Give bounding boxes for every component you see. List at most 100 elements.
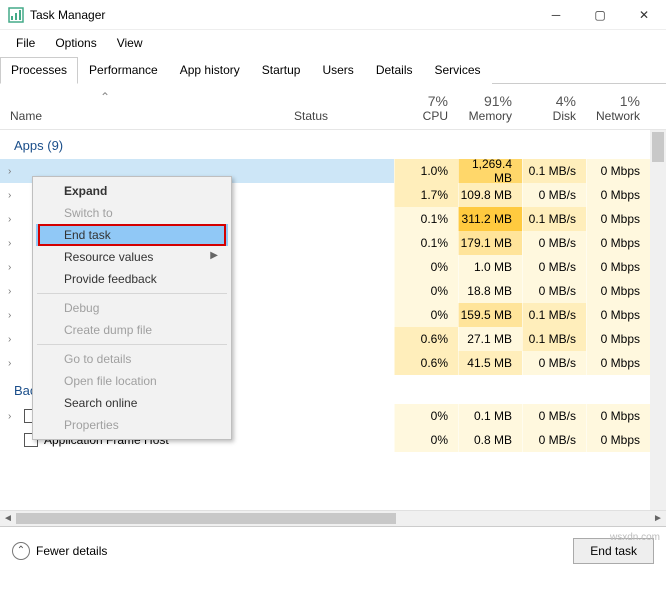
mem-cell: 159.5 MB bbox=[458, 303, 522, 327]
mem-cell: 311.2 MB bbox=[458, 207, 522, 231]
ctx-dump: Create dump file bbox=[36, 319, 228, 341]
col-network[interactable]: 1%Network bbox=[586, 84, 650, 129]
menu-options[interactable]: Options bbox=[45, 32, 106, 54]
expand-chevron-icon[interactable]: › bbox=[8, 334, 18, 345]
hscroll-right-icon[interactable]: ► bbox=[650, 513, 666, 524]
minimize-button[interactable]: ─ bbox=[534, 0, 578, 30]
mem-cell: 41.5 MB bbox=[458, 351, 522, 375]
tab-performance[interactable]: Performance bbox=[78, 57, 169, 84]
cpu-cell: 0.1% bbox=[394, 231, 458, 255]
col-name-label: Name bbox=[10, 109, 42, 123]
net-cell: 0 Mbps bbox=[586, 207, 650, 231]
ctx-debug: Debug bbox=[36, 297, 228, 319]
mem-cell: 1,269.4 MB bbox=[458, 159, 522, 183]
task-manager-icon bbox=[8, 7, 24, 23]
scroll-thumb[interactable] bbox=[652, 132, 664, 162]
mem-pct: 91% bbox=[458, 93, 512, 109]
expand-chevron-icon[interactable]: › bbox=[8, 190, 18, 201]
disk-cell: 0.1 MB/s bbox=[522, 159, 586, 183]
ctx-separator bbox=[37, 344, 227, 345]
ctx-switch-to: Switch to bbox=[36, 202, 228, 224]
column-headers: Name ⌃ Status 7%CPU 91%Memory 4%Disk 1%N… bbox=[0, 84, 666, 130]
close-button[interactable]: ✕ bbox=[622, 0, 666, 30]
disk-cell: 0 MB/s bbox=[522, 351, 586, 375]
net-cell: 0 Mbps bbox=[586, 303, 650, 327]
disk-cell: 0.1 MB/s bbox=[522, 207, 586, 231]
mem-cell: 109.8 MB bbox=[458, 183, 522, 207]
mem-cell: 179.1 MB bbox=[458, 231, 522, 255]
chevron-up-icon: ⌃ bbox=[12, 542, 30, 560]
expand-chevron-icon[interactable]: › bbox=[8, 238, 18, 249]
net-cell: 0 Mbps bbox=[586, 404, 650, 428]
ctx-feedback[interactable]: Provide feedback bbox=[36, 268, 228, 290]
net-cell: 0 Mbps bbox=[586, 351, 650, 375]
tab-processes[interactable]: Processes bbox=[0, 57, 78, 84]
cpu-cell: 0% bbox=[394, 404, 458, 428]
window-title: Task Manager bbox=[30, 8, 534, 22]
disk-cell: 0 MB/s bbox=[522, 404, 586, 428]
col-cpu[interactable]: 7%CPU bbox=[394, 84, 458, 129]
maximize-button[interactable]: ▢ bbox=[578, 0, 622, 30]
ctx-properties: Properties bbox=[36, 414, 228, 436]
cpu-cell: 0% bbox=[394, 303, 458, 327]
menubar: File Options View bbox=[0, 30, 666, 56]
net-pct: 1% bbox=[586, 93, 640, 109]
col-status[interactable]: Status bbox=[294, 84, 394, 129]
col-name[interactable]: Name ⌃ bbox=[0, 84, 294, 129]
disk-cell: 0 MB/s bbox=[522, 183, 586, 207]
tab-startup[interactable]: Startup bbox=[251, 57, 312, 84]
expand-chevron-icon[interactable]: › bbox=[8, 166, 18, 177]
col-memory[interactable]: 91%Memory bbox=[458, 84, 522, 129]
cpu-cell: 0.6% bbox=[394, 351, 458, 375]
disk-cell: 0.1 MB/s bbox=[522, 303, 586, 327]
horizontal-scrollbar[interactable]: ◄ ► bbox=[0, 510, 666, 526]
vertical-scrollbar[interactable] bbox=[650, 130, 666, 510]
ctx-resource-values[interactable]: Resource values ▶ bbox=[36, 246, 228, 268]
ctx-separator bbox=[37, 293, 227, 294]
ctx-open-location: Open file location bbox=[36, 370, 228, 392]
ctx-expand[interactable]: Expand bbox=[36, 180, 228, 202]
expand-chevron-icon[interactable]: › bbox=[8, 310, 18, 321]
menu-file[interactable]: File bbox=[6, 32, 45, 54]
menu-view[interactable]: View bbox=[107, 32, 153, 54]
expand-chevron-icon[interactable]: › bbox=[8, 286, 18, 297]
fewer-details-toggle[interactable]: ⌃ Fewer details bbox=[12, 542, 107, 560]
net-cell: 0 Mbps bbox=[586, 159, 650, 183]
disk-cell: 0 MB/s bbox=[522, 255, 586, 279]
fewer-label: Fewer details bbox=[36, 544, 107, 558]
cpu-cell: 1.0% bbox=[394, 159, 458, 183]
expand-chevron-icon[interactable]: › bbox=[8, 262, 18, 273]
net-cell: 0 Mbps bbox=[586, 279, 650, 303]
net-cell: 0 Mbps bbox=[586, 255, 650, 279]
tab-app-history[interactable]: App history bbox=[169, 57, 251, 84]
cpu-cell: 0.6% bbox=[394, 327, 458, 351]
sort-indicator-icon: ⌃ bbox=[100, 90, 110, 104]
disk-cell: 0 MB/s bbox=[522, 428, 586, 452]
tab-users[interactable]: Users bbox=[311, 57, 364, 84]
footer: ⌃ Fewer details End task bbox=[0, 526, 666, 574]
group-apps[interactable]: Apps (9) bbox=[0, 130, 666, 159]
tab-services[interactable]: Services bbox=[424, 57, 492, 84]
expand-chevron-icon[interactable]: › bbox=[8, 358, 18, 369]
cpu-cell: 1.7% bbox=[394, 183, 458, 207]
watermark: wsxdn.com bbox=[610, 532, 660, 543]
col-disk[interactable]: 4%Disk bbox=[522, 84, 586, 129]
ctx-search-online[interactable]: Search online bbox=[36, 392, 228, 414]
mem-cell: 0.8 MB bbox=[458, 428, 522, 452]
hscroll-thumb[interactable] bbox=[16, 513, 396, 524]
submenu-arrow-icon: ▶ bbox=[210, 250, 218, 261]
expand-chevron-icon[interactable]: › bbox=[8, 214, 18, 225]
titlebar: Task Manager ─ ▢ ✕ bbox=[0, 0, 666, 30]
hscroll-left-icon[interactable]: ◄ bbox=[0, 513, 16, 524]
disk-cell: 0 MB/s bbox=[522, 231, 586, 255]
mem-cell: 0.1 MB bbox=[458, 404, 522, 428]
tab-details[interactable]: Details bbox=[365, 57, 424, 84]
net-cell: 0 Mbps bbox=[586, 327, 650, 351]
cpu-cell: 0.1% bbox=[394, 207, 458, 231]
expand-chevron-icon[interactable]: › bbox=[8, 411, 18, 422]
ctx-end-task[interactable]: End task bbox=[36, 224, 228, 246]
mem-cell: 18.8 MB bbox=[458, 279, 522, 303]
disk-pct: 4% bbox=[522, 93, 576, 109]
net-cell: 0 Mbps bbox=[586, 183, 650, 207]
context-menu: Expand Switch to End task Resource value… bbox=[32, 176, 232, 440]
